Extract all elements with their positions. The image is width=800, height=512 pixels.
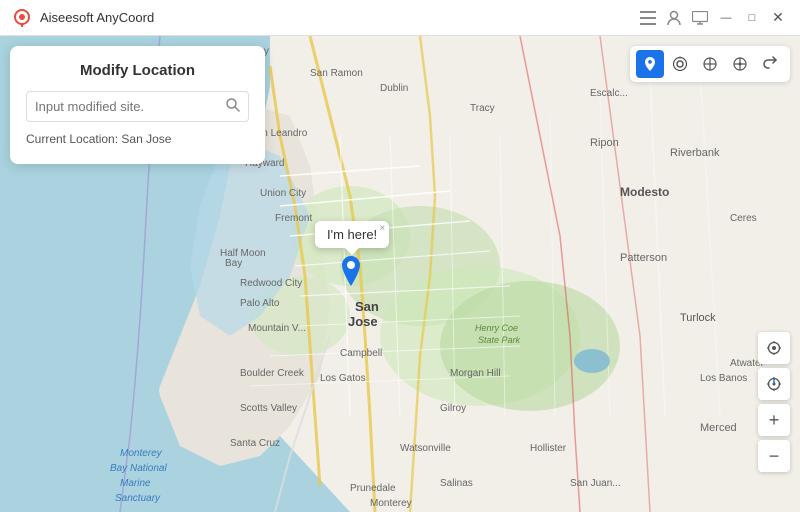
zoom-out-icon: −: [769, 447, 780, 465]
svg-text:Modesto: Modesto: [620, 185, 669, 199]
svg-text:Monterey: Monterey: [120, 448, 163, 459]
svg-text:Fremont: Fremont: [275, 213, 312, 224]
svg-text:Salinas: Salinas: [440, 478, 473, 489]
svg-text:Bay National: Bay National: [110, 463, 167, 474]
svg-text:Union City: Union City: [260, 188, 306, 199]
zoom-in-icon: +: [769, 411, 780, 429]
popup-text: I'm here!: [327, 227, 377, 242]
map-toolbar: [630, 46, 790, 82]
svg-text:Tracy: Tracy: [470, 103, 495, 114]
modify-location-panel: Modify Location Current Location: San Jo…: [10, 46, 265, 164]
map-pin: [339, 256, 363, 292]
gps-button[interactable]: [758, 332, 790, 364]
svg-text:Los Gatos: Los Gatos: [320, 373, 366, 384]
svg-text:Escalc...: Escalc...: [590, 88, 628, 99]
svg-text:Monterey: Monterey: [370, 498, 412, 509]
svg-text:Morgan Hill: Morgan Hill: [450, 368, 501, 379]
maximize-button[interactable]: □: [742, 8, 762, 28]
export-button[interactable]: [756, 50, 784, 78]
route-mode-button[interactable]: [696, 50, 724, 78]
svg-text:Ripon: Ripon: [590, 137, 619, 149]
search-box[interactable]: [26, 91, 249, 122]
svg-text:Henry Coe: Henry Coe: [475, 323, 518, 333]
title-bar: Aiseesoft AnyCoord — □ ✕: [0, 0, 800, 36]
svg-text:San Juan...: San Juan...: [570, 478, 621, 489]
svg-text:San: San: [355, 299, 379, 314]
panel-title: Modify Location: [26, 62, 249, 79]
svg-text:Patterson: Patterson: [620, 252, 667, 264]
svg-text:Mountain V...: Mountain V...: [248, 323, 306, 334]
app-title: Aiseesoft AnyCoord: [40, 10, 638, 25]
svg-text:Palo Alto: Palo Alto: [240, 298, 280, 309]
svg-text:State Park: State Park: [478, 335, 521, 345]
svg-text:Sanctuary: Sanctuary: [115, 493, 161, 504]
app-logo: [12, 8, 32, 28]
minimize-button[interactable]: —: [716, 8, 736, 28]
window-controls: — □ ✕: [638, 8, 788, 28]
svg-text:Dublin: Dublin: [380, 83, 408, 94]
svg-text:Boulder Creek: Boulder Creek: [240, 368, 305, 379]
svg-text:Prunedale: Prunedale: [350, 483, 396, 494]
user-icon[interactable]: [664, 8, 684, 28]
svg-text:Riverbank: Riverbank: [670, 147, 720, 159]
svg-text:San Ramon: San Ramon: [310, 68, 363, 79]
svg-text:Scotts Valley: Scotts Valley: [240, 403, 297, 414]
current-location-label: Current Location: San Jose: [26, 130, 249, 148]
svg-text:Bay: Bay: [225, 258, 242, 269]
location-popup: × I'm here!: [315, 221, 389, 248]
monitor-icon[interactable]: [690, 8, 710, 28]
svg-text:Gilroy: Gilroy: [440, 403, 466, 414]
svg-text:Hollister: Hollister: [530, 443, 567, 454]
map-controls-right: + −: [758, 332, 790, 472]
svg-text:Marine: Marine: [120, 478, 151, 489]
close-button[interactable]: ✕: [768, 8, 788, 28]
search-input[interactable]: [35, 99, 226, 114]
svg-text:Merced: Merced: [700, 422, 737, 434]
svg-text:Jose: Jose: [348, 314, 378, 329]
grid-mode-button[interactable]: [726, 50, 754, 78]
svg-text:Redwood City: Redwood City: [240, 278, 302, 289]
svg-text:Watsonville: Watsonville: [400, 443, 451, 454]
svg-text:Campbell: Campbell: [340, 348, 382, 359]
orbit-mode-button[interactable]: [666, 50, 694, 78]
toolbar-icon[interactable]: [638, 8, 658, 28]
svg-text:Santa Cruz: Santa Cruz: [230, 438, 280, 449]
zoom-out-button[interactable]: −: [758, 440, 790, 472]
svg-text:Turlock: Turlock: [680, 312, 716, 324]
svg-text:Ceres: Ceres: [730, 213, 757, 224]
svg-text:Los Banos: Los Banos: [700, 373, 747, 384]
main-content: Manteca Escalc... Tracy Dublin San Ramon…: [0, 36, 800, 512]
location-mode-button[interactable]: [636, 50, 664, 78]
popup-close-button[interactable]: ×: [379, 223, 385, 234]
search-icon[interactable]: [226, 98, 240, 115]
locate-button[interactable]: [758, 368, 790, 400]
zoom-in-button[interactable]: +: [758, 404, 790, 436]
